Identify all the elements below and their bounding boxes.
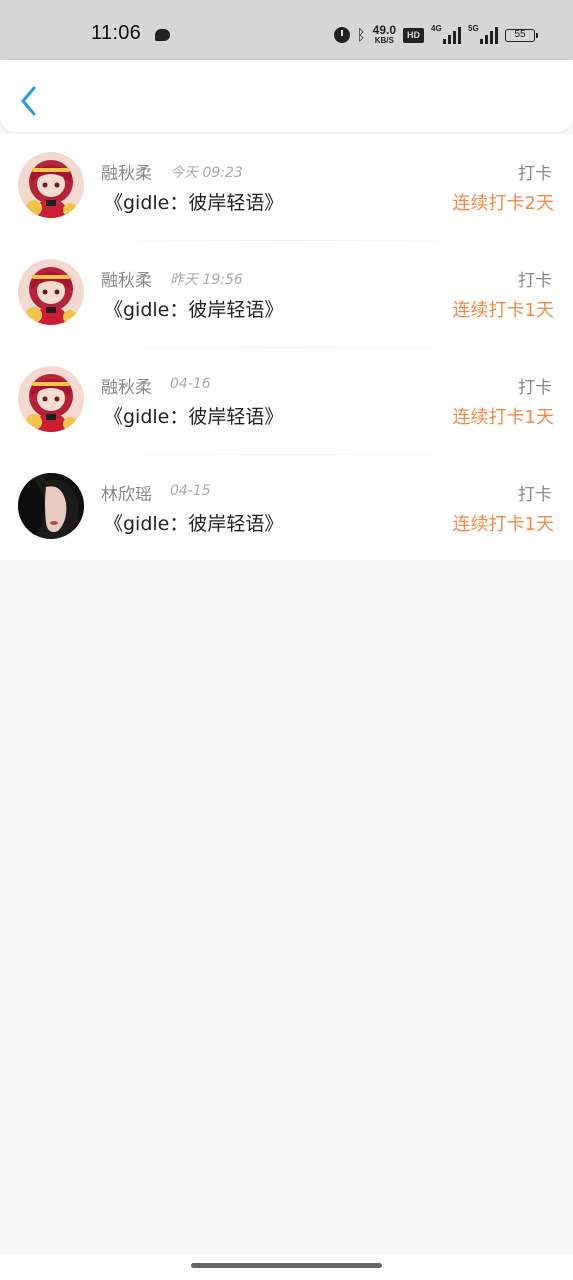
speed-unit: KB/S xyxy=(374,36,394,45)
checkin-list: 融秋柔 今天 09:23 《gidle：彼岸轻语》 打卡 连续打卡2天 融秋柔 … xyxy=(0,134,573,560)
list-item[interactable]: 融秋柔 昨天 19:56 《gidle：彼岸轻语》 打卡 连续打卡1天 xyxy=(0,241,573,348)
speed-value: 49.0 xyxy=(372,23,396,37)
network-speed: 49.0 KB/S xyxy=(372,23,396,45)
list-item[interactable]: 融秋柔 04-16 《gidle：彼岸轻语》 打卡 连续打卡1天 xyxy=(0,348,573,455)
list-item[interactable]: 林欣瑶 04-15 《gidle：彼岸轻语》 打卡 连续打卡1天 xyxy=(0,455,573,562)
alarm-icon xyxy=(333,27,350,43)
avatar[interactable] xyxy=(18,473,84,539)
battery-icon: 55 xyxy=(505,28,538,42)
signal-5g-icon: 5G xyxy=(468,23,498,44)
user-name: 林欣瑶 xyxy=(101,485,152,505)
checkin-label: 打卡 xyxy=(518,485,552,505)
anime-avatar-image xyxy=(18,259,84,325)
user-name: 融秋柔 xyxy=(101,378,152,398)
net-label-4g: 4G xyxy=(431,23,442,33)
song-title: 《gidle：彼岸轻语》 xyxy=(104,513,284,535)
status-bar: 11:06 ᛒ 49.0 KB/S HD 4G 5G 55 xyxy=(0,0,573,60)
status-icons: ᛒ 49.0 KB/S HD 4G 5G 55 xyxy=(333,23,538,46)
checkin-label: 打卡 xyxy=(518,271,552,291)
checkin-label: 打卡 xyxy=(518,378,552,398)
net-label-5g: 5G xyxy=(468,23,479,33)
song-title: 《gidle：彼岸轻语》 xyxy=(104,192,284,214)
checkin-time: 04-16 xyxy=(170,376,211,392)
status-time: 11:06 xyxy=(91,22,142,44)
streak-label: 连续打卡1天 xyxy=(452,407,554,428)
user-name: 融秋柔 xyxy=(101,164,152,184)
song-title: 《gidle：彼岸轻语》 xyxy=(104,406,284,428)
photo-avatar-image xyxy=(18,473,84,539)
checkin-label: 打卡 xyxy=(518,164,552,184)
checkin-time: 昨天 19:56 xyxy=(170,272,243,288)
top-nav-bar xyxy=(0,60,573,132)
signal-4g-icon: 4G xyxy=(431,23,461,44)
list-item[interactable]: 融秋柔 今天 09:23 《gidle：彼岸轻语》 打卡 连续打卡2天 xyxy=(0,134,573,241)
anime-avatar-image xyxy=(18,152,84,218)
avatar[interactable] xyxy=(18,259,84,325)
checkin-time: 04-15 xyxy=(170,483,211,499)
user-name: 融秋柔 xyxy=(101,271,152,291)
anime-avatar-image xyxy=(18,366,84,432)
chevron-left-icon xyxy=(21,86,36,116)
bluetooth-icon: ᛒ xyxy=(356,26,366,44)
streak-label: 连续打卡2天 xyxy=(452,193,554,214)
avatar[interactable] xyxy=(18,366,84,432)
checkin-time: 今天 09:23 xyxy=(170,165,243,181)
avatar[interactable] xyxy=(18,152,84,218)
message-icon xyxy=(155,29,170,41)
hd-icon: HD xyxy=(403,27,424,43)
streak-label: 连续打卡1天 xyxy=(452,514,554,535)
back-button[interactable] xyxy=(18,86,42,116)
streak-label: 连续打卡1天 xyxy=(452,300,554,321)
song-title: 《gidle：彼岸轻语》 xyxy=(104,299,284,321)
home-indicator[interactable] xyxy=(191,1263,382,1268)
